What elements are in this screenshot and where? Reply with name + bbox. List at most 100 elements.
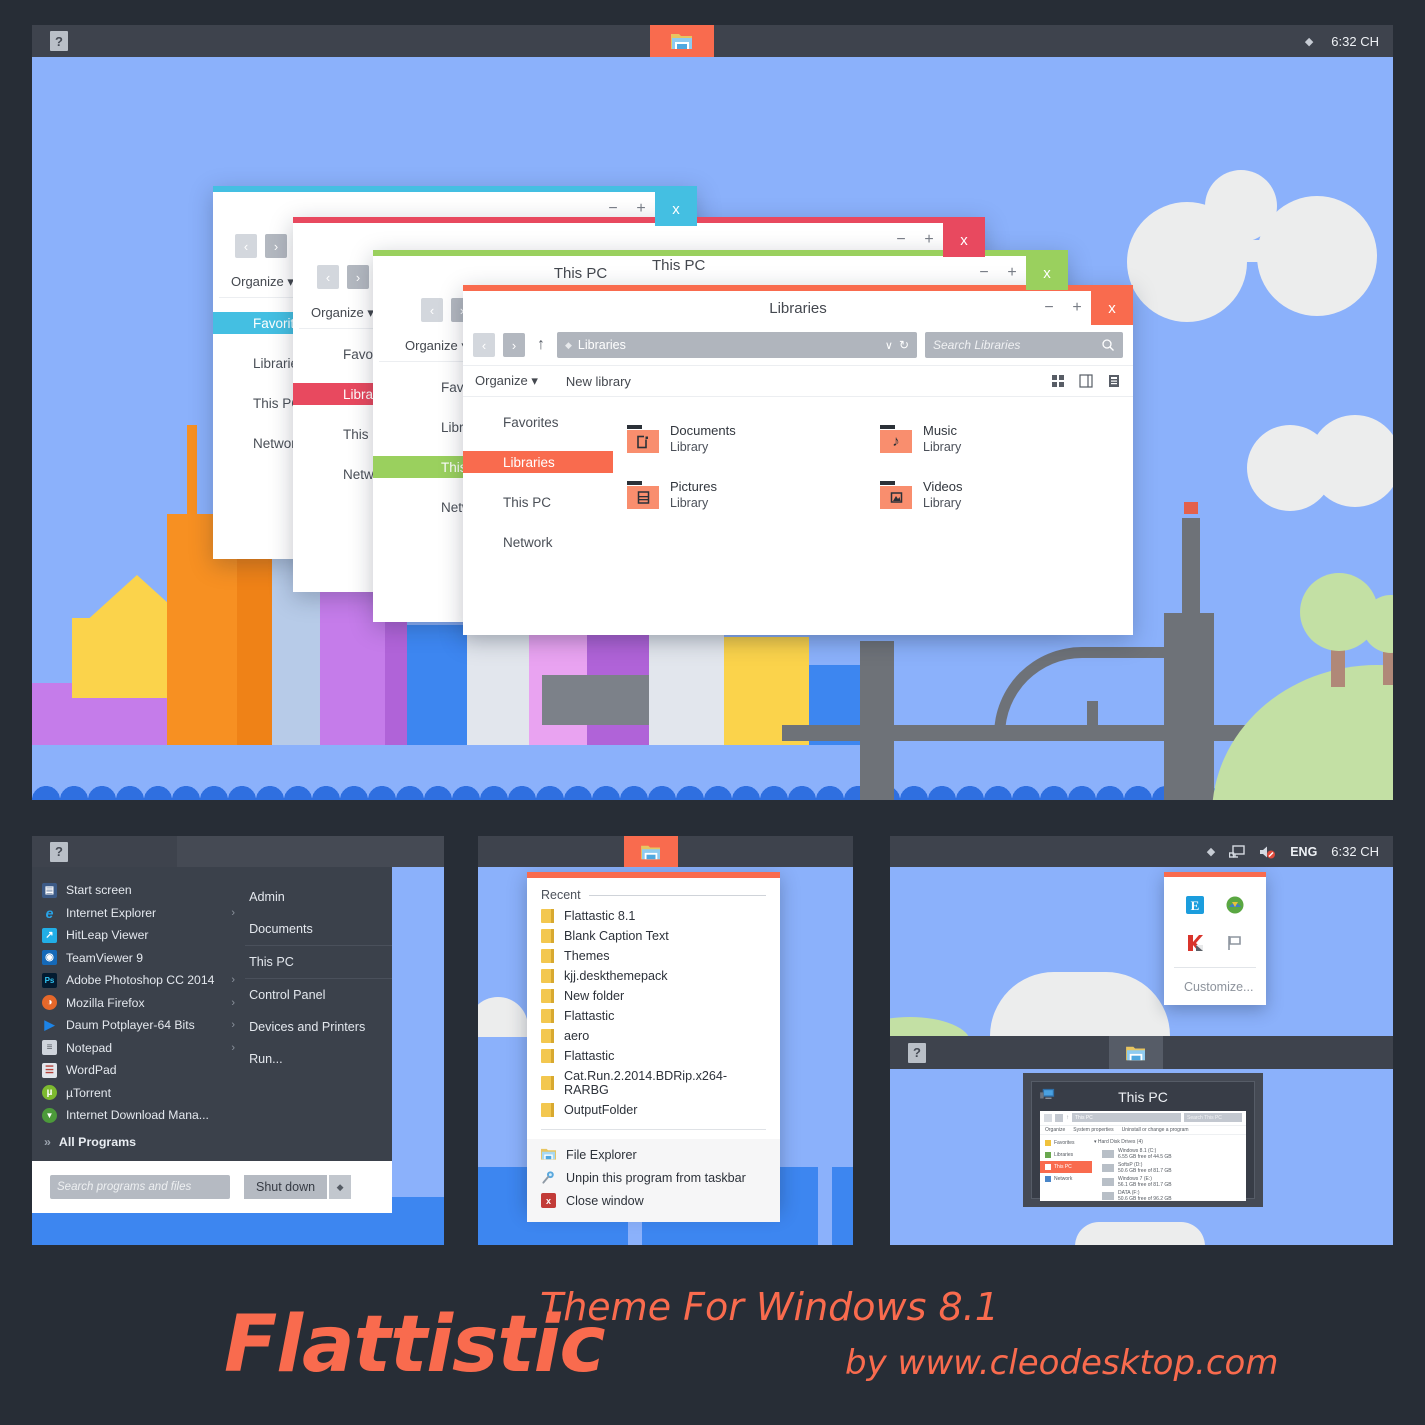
back-button[interactable]: ‹ xyxy=(473,333,495,357)
search-input[interactable]: Search Libraries xyxy=(925,332,1123,358)
sidebar-item-thispc[interactable]: This PC xyxy=(463,491,613,513)
shutdown-options-button[interactable]: ◆ xyxy=(329,1175,352,1199)
new-library-button[interactable]: New library xyxy=(566,374,631,389)
jumplist-item[interactable]: kjj.deskthemepack xyxy=(527,966,780,986)
forward-button[interactable]: › xyxy=(265,234,287,258)
library-item-music[interactable]: ♪ Music Library xyxy=(880,411,1133,467)
jumplist-item[interactable]: Cat.Run.2.2014.BDRip.x264-RARBG xyxy=(527,1066,780,1100)
help-icon[interactable]: ? xyxy=(50,841,68,862)
start-item-utorrent[interactable]: µ µTorrent xyxy=(32,1082,245,1105)
jump-list[interactable]: Recent Flattastic 8.1 Blank Caption Text… xyxy=(527,872,780,1222)
sidebar-item-favorites[interactable]: Favorites xyxy=(463,411,613,433)
taskbar-explorer-button[interactable] xyxy=(1109,1036,1163,1069)
start-item-photoshop[interactable]: Ps Adobe Photoshop CC 2014 › xyxy=(32,969,245,992)
close-button[interactable]: x xyxy=(655,192,697,226)
tray-flyout[interactable]: E Customize... xyxy=(1164,872,1266,1005)
start-menu[interactable]: ▤ Start screen e Internet Explorer › ↗ H… xyxy=(32,867,392,1213)
jumplist-recent[interactable]: Flattastic 8.1 Blank Caption Text Themes… xyxy=(527,906,780,1120)
jumplist-item[interactable]: Blank Caption Text xyxy=(527,926,780,946)
jumplist-item[interactable]: Themes xyxy=(527,946,780,966)
library-item-pictures[interactable]: Pictures Library xyxy=(627,467,880,523)
titlebar[interactable]: Libraries − + x xyxy=(463,291,1133,325)
window-controls[interactable]: − + x xyxy=(887,223,985,257)
maximize-button[interactable]: + xyxy=(627,192,655,226)
start-item-potplayer[interactable]: ▶ Daum Potplayer-64 Bits › xyxy=(32,1014,245,1037)
toolbar[interactable]: Organize ▾ New library xyxy=(463,365,1133,397)
taskbar-jumplist-panel[interactable] xyxy=(478,836,853,867)
start-item-firefox[interactable]: ◑ Mozilla Firefox › xyxy=(32,992,245,1015)
start-item-internet-explorer[interactable]: e Internet Explorer › xyxy=(32,902,245,925)
sidebar-item-network[interactable]: Network xyxy=(463,531,613,553)
tray-icon-idm[interactable] xyxy=(1218,889,1252,921)
help-icon[interactable]: ? xyxy=(50,31,68,51)
maximize-button[interactable]: + xyxy=(1063,291,1091,325)
start-item-wordpad[interactable]: ☰ WordPad xyxy=(32,1059,245,1082)
window-controls[interactable]: − + x xyxy=(599,192,697,226)
shutdown-button[interactable]: Shut down xyxy=(244,1175,328,1199)
window-controls[interactable]: − + x xyxy=(1035,291,1133,325)
minimize-button[interactable]: − xyxy=(970,256,998,290)
minimize-button[interactable]: − xyxy=(1035,291,1063,325)
taskbar-start-panel[interactable]: ? xyxy=(32,836,444,867)
tiles-view-icon[interactable] xyxy=(1051,374,1065,388)
sidebar-item-libraries[interactable]: Libraries xyxy=(463,451,613,473)
tray-icon-grid[interactable]: E xyxy=(1164,877,1266,967)
taskbar-explorer-button[interactable] xyxy=(624,836,678,867)
sidebar[interactable]: Favorites Libraries This PC Network xyxy=(463,397,613,635)
close-button[interactable]: x xyxy=(1091,291,1133,325)
jumplist-action-unpin[interactable]: Unpin this program from taskbar xyxy=(527,1166,780,1189)
jumplist-item[interactable]: Flattastic xyxy=(527,1006,780,1026)
start-item-idm[interactable]: ▼ Internet Download Mana... xyxy=(32,1104,245,1127)
library-item-videos[interactable]: Videos Library xyxy=(880,467,1133,523)
start-item-notepad[interactable]: ≡ Notepad › xyxy=(32,1037,245,1060)
all-programs-button[interactable]: » All Programs xyxy=(32,1127,245,1157)
close-button[interactable]: x xyxy=(943,223,985,257)
maximize-button[interactable]: + xyxy=(998,256,1026,290)
address-bar[interactable]: ◆ Libraries ∨ ↻ xyxy=(557,332,917,358)
forward-button[interactable]: › xyxy=(503,333,525,357)
back-button[interactable]: ‹ xyxy=(235,234,257,258)
start-place-thispc[interactable]: This PC xyxy=(245,946,392,979)
jumplist-action-file-explorer[interactable]: File Explorer xyxy=(527,1143,780,1166)
jumplist-item[interactable]: Flattastic 8.1 xyxy=(527,906,780,926)
start-menu-footer[interactable]: Search programs and files Shut down ◆ xyxy=(32,1161,392,1213)
navigation-bar[interactable]: ‹ › ↑ ◆ Libraries ∨ ↻ Search Libraries xyxy=(463,325,1133,365)
view-buttons[interactable] xyxy=(1051,374,1121,388)
network-icon[interactable] xyxy=(1229,844,1245,859)
up-button[interactable]: ↑ xyxy=(533,336,549,354)
clock[interactable]: 6:32 CH xyxy=(1331,844,1379,859)
search-input[interactable]: Search programs and files xyxy=(50,1175,230,1199)
start-place-devices-printers[interactable]: Devices and Printers xyxy=(245,1011,392,1043)
back-button[interactable]: ‹ xyxy=(421,298,443,322)
taskbar-tray[interactable]: ◆ ENG 6:32 CH xyxy=(1196,836,1393,867)
taskbar-top[interactable]: ? ◆ 6:32 CH xyxy=(32,25,1393,57)
window-controls[interactable]: − + x xyxy=(970,256,1068,290)
maximize-button[interactable]: + xyxy=(915,223,943,257)
chevron-down-icon[interactable]: ∨ xyxy=(885,339,893,352)
start-menu-places[interactable]: Admin Documents This PC Control Panel De… xyxy=(245,867,392,1161)
start-item-start-screen[interactable]: ▤ Start screen xyxy=(32,879,245,902)
start-item-teamviewer[interactable]: ◉ TeamViewer 9 xyxy=(32,947,245,970)
close-button[interactable]: x xyxy=(1026,256,1068,290)
tray-icon-internet-explorer[interactable]: E xyxy=(1178,889,1212,921)
taskbar-thumbnail-panel[interactable]: ? xyxy=(890,1036,1393,1069)
jumplist-item[interactable]: New folder xyxy=(527,986,780,1006)
volume-muted-icon[interactable] xyxy=(1259,845,1276,859)
organize-button[interactable]: Organize ▾ xyxy=(475,373,538,389)
clock[interactable]: 6:32 CH xyxy=(1331,34,1379,49)
jumplist-item[interactable]: Flattastic xyxy=(527,1046,780,1066)
taskbar-explorer-button[interactable] xyxy=(650,25,714,57)
start-place-admin[interactable]: Admin xyxy=(245,881,392,913)
file-list[interactable]: Documents Library ♪ Music Library Pictur… xyxy=(613,397,1133,635)
organize-button[interactable]: Organize ▾ xyxy=(405,338,468,354)
jumplist-item[interactable]: aero xyxy=(527,1026,780,1046)
start-place-documents[interactable]: Documents xyxy=(245,913,392,946)
refresh-icon[interactable]: ↻ xyxy=(899,338,909,352)
preview-pane-icon[interactable] xyxy=(1079,374,1093,388)
minimize-button[interactable]: − xyxy=(887,223,915,257)
jumplist-actions[interactable]: File Explorer Unpin this program from ta… xyxy=(527,1139,780,1222)
explorer-window-libraries[interactable]: Libraries − + x ‹ › ↑ ◆ Libraries ∨ ↻ Se… xyxy=(463,285,1133,635)
organize-button[interactable]: Organize ▾ xyxy=(311,305,374,321)
tray-customize-link[interactable]: Customize... xyxy=(1164,968,1266,1008)
taskbar-thumbnail-preview[interactable]: This PC ↑ This PC Search This PC Organiz… xyxy=(1023,1073,1263,1207)
